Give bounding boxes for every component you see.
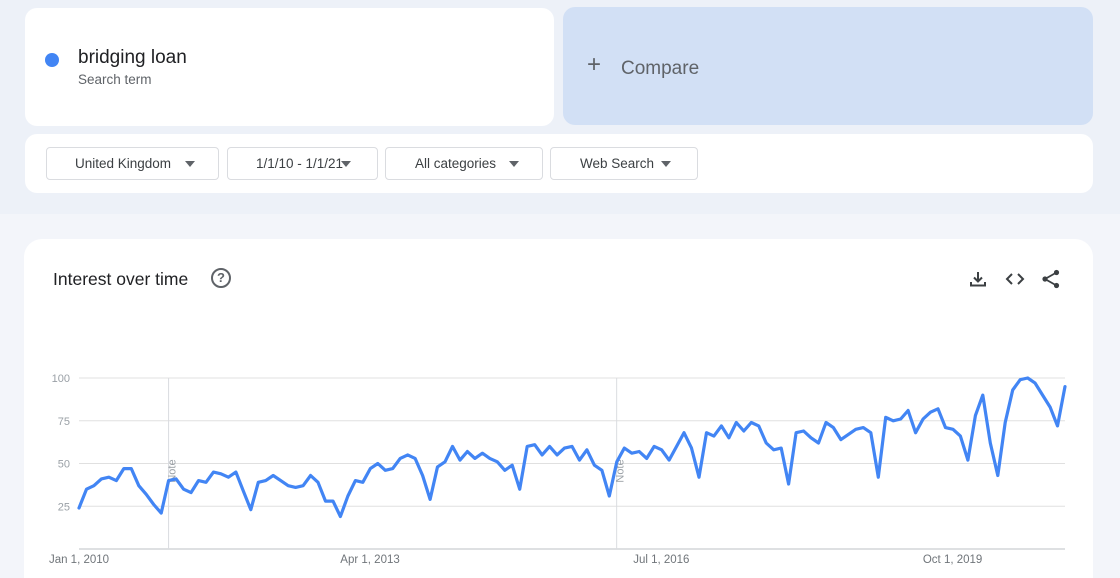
y-tick-label: 100: [52, 373, 70, 385]
y-tick-label: 75: [58, 416, 70, 428]
search-term-name[interactable]: bridging loan: [78, 47, 187, 69]
category-label: All categories: [415, 156, 497, 171]
x-tick-label: Jan 1, 2010: [49, 554, 109, 566]
series-line-0: [77, 376, 1067, 519]
plus-icon: +: [587, 51, 602, 78]
chevron-down-icon: [185, 161, 195, 167]
search-term-subtitle: Search term: [78, 72, 152, 87]
series-color-dot: [45, 53, 59, 67]
search-term-card[interactable]: bridging loan Search term: [25, 8, 554, 126]
x-tick-label: Apr 1, 2013: [340, 554, 399, 566]
date-range-dropdown[interactable]: 1/1/10 - 1/1/21: [227, 147, 378, 180]
filter-bar: United Kingdom 1/1/10 - 1/1/21 All categ…: [25, 134, 1093, 193]
y-tick-label: 25: [58, 501, 70, 513]
chevron-down-icon: [509, 161, 519, 167]
date-range-label: 1/1/10 - 1/1/21: [256, 156, 344, 171]
y-tick-label: 50: [58, 459, 70, 471]
x-tick-label: Oct 1, 2019: [923, 554, 982, 566]
search-type-dropdown[interactable]: Web Search: [550, 147, 698, 180]
region-dropdown[interactable]: United Kingdom: [46, 147, 219, 180]
search-type-label: Web Search: [580, 156, 655, 171]
x-tick-label: Jul 1, 2016: [633, 554, 689, 566]
chevron-down-icon: [341, 161, 351, 167]
interest-over-time-card: Interest over time ? 25 50 75 100 Note Note Ja…: [24, 239, 1093, 578]
region-label: United Kingdom: [75, 156, 172, 171]
category-dropdown[interactable]: All categories: [385, 147, 543, 180]
interest-line-chart: 255075100Note NoteJan 1, 2010 Apr 1, 2013 J…: [49, 373, 1067, 566]
compare-label: Compare: [621, 58, 700, 79]
chevron-down-icon: [661, 161, 671, 167]
compare-button[interactable]: + Compare: [563, 7, 1093, 125]
